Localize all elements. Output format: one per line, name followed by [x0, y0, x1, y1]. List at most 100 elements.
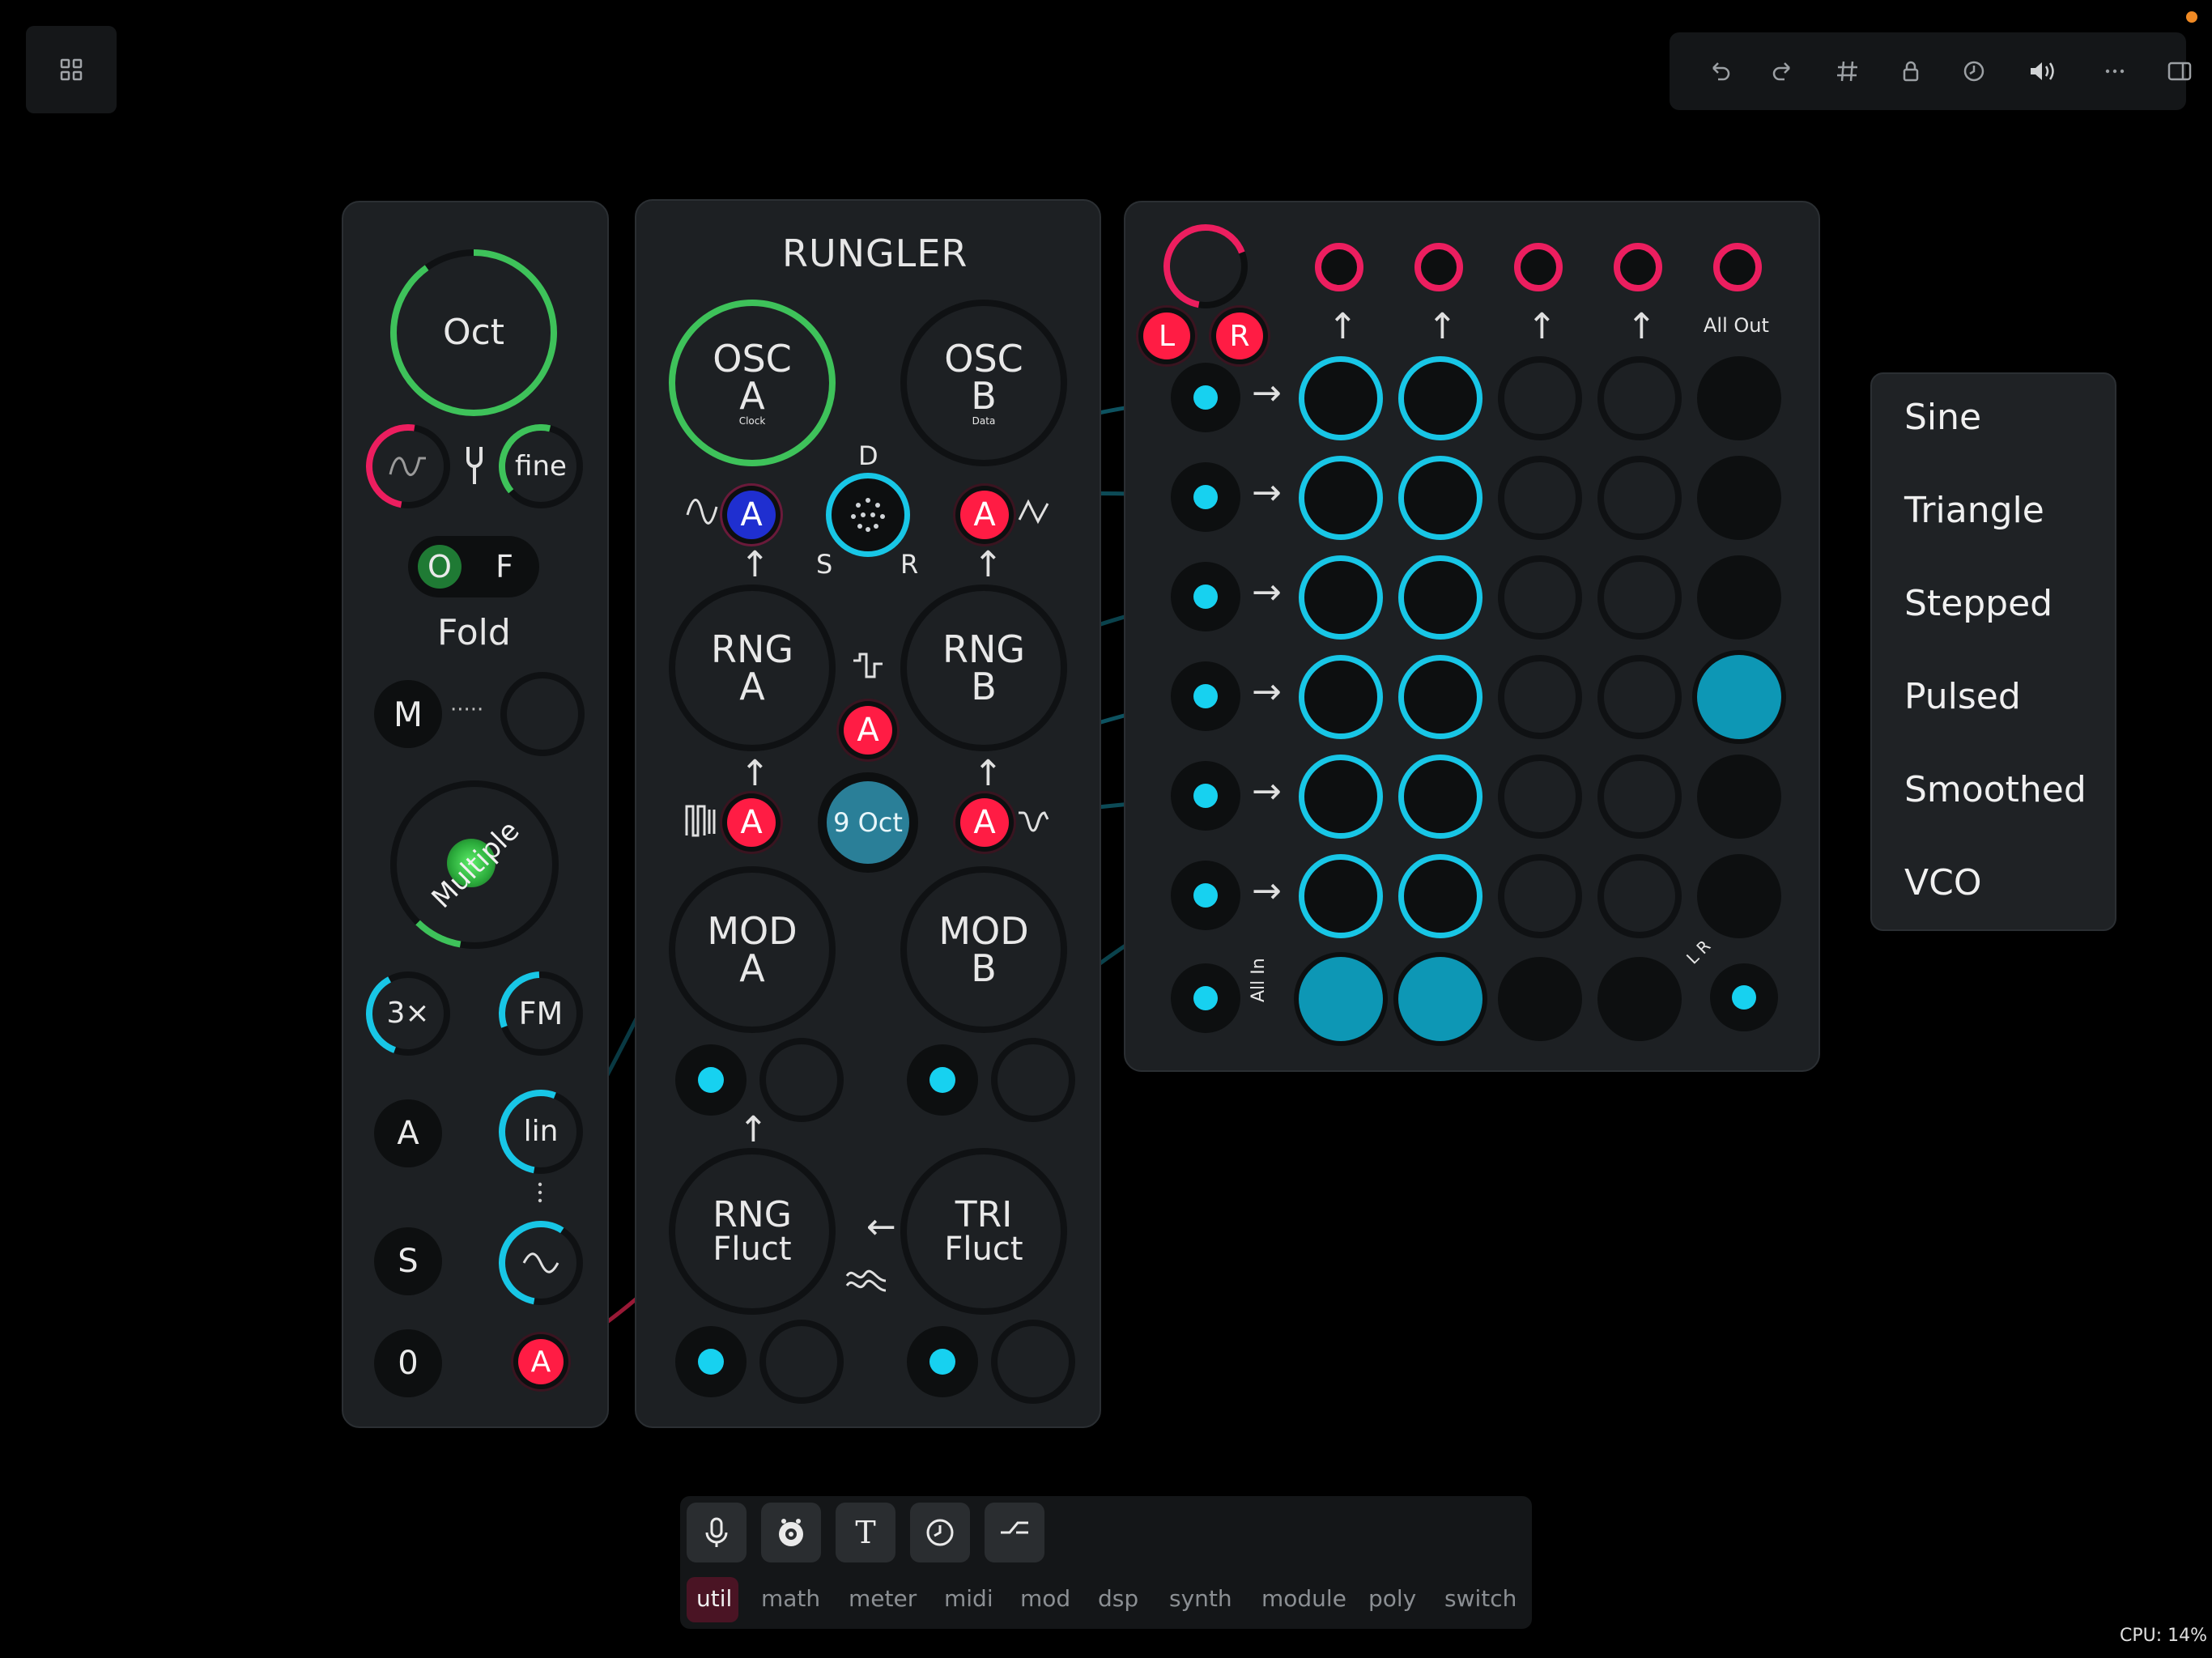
zero-button[interactable]: 0: [374, 1329, 442, 1397]
menu-item-stepped[interactable]: Stepped: [1904, 583, 2052, 624]
matrix-cell-active[interactable]: [1299, 456, 1383, 540]
matrix-cell[interactable]: [1597, 555, 1682, 640]
l-output-button[interactable]: L: [1143, 312, 1190, 359]
menu-item-sine[interactable]: Sine: [1904, 397, 1981, 438]
fold-amount-knob[interactable]: [500, 672, 585, 756]
matrix-cell-active[interactable]: [1299, 655, 1383, 739]
matrix-cell[interactable]: [1498, 655, 1582, 739]
mod-a-amount-knob[interactable]: [759, 1038, 844, 1122]
osc-a-mod-jack[interactable]: A: [727, 491, 776, 539]
category-synth[interactable]: synth: [1169, 1585, 1232, 1612]
matrix-cell-active[interactable]: [1299, 555, 1383, 640]
matrix-cell[interactable]: [1498, 555, 1582, 640]
matrix-cell-active[interactable]: [1398, 755, 1482, 839]
matrix-cell[interactable]: [1498, 854, 1582, 938]
menu-item-triangle[interactable]: Triangle: [1904, 490, 2044, 531]
a-button[interactable]: A: [374, 1099, 442, 1167]
menu-item-smoothed[interactable]: Smoothed: [1904, 769, 2087, 810]
category-module[interactable]: module: [1261, 1585, 1346, 1612]
waveform-menu: [1870, 372, 2116, 931]
matrix-cell[interactable]: [1597, 755, 1682, 839]
switch-tool[interactable]: [985, 1503, 1044, 1562]
mod-b-amount-knob[interactable]: [991, 1038, 1075, 1122]
menu-item-vco[interactable]: VCO: [1904, 862, 1981, 903]
matrix-cell-active[interactable]: [1299, 854, 1383, 938]
all-in-cell-4[interactable]: [1597, 957, 1682, 1041]
matrix-all-out-cell[interactable]: [1697, 356, 1781, 440]
mod-a-line2: A: [739, 946, 765, 990]
category-dsp[interactable]: dsp: [1098, 1585, 1138, 1612]
fluct-b-amount-knob[interactable]: [991, 1320, 1075, 1404]
all-in-cell-1[interactable]: [1299, 957, 1383, 1041]
output-a-jack[interactable]: A: [518, 1339, 564, 1384]
r-output-button[interactable]: R: [1216, 312, 1263, 359]
toggle-f[interactable]: F: [483, 545, 526, 589]
up-arrow-rng-b: ↑: [973, 753, 1003, 794]
category-midi[interactable]: midi: [944, 1585, 993, 1612]
mod-b-knob[interactable]: MOD B: [900, 866, 1067, 1033]
osc-b-mod-jack[interactable]: A: [960, 491, 1009, 539]
output-jack-3[interactable]: [1514, 243, 1563, 291]
matrix-cell-active[interactable]: [1398, 555, 1482, 640]
matrix-cell[interactable]: [1597, 356, 1682, 440]
right-arrow: →: [1252, 771, 1282, 812]
tri-fluct-knob[interactable]: TRI Fluct: [900, 1148, 1067, 1315]
rng-fluct-knob[interactable]: RNG Fluct: [669, 1148, 836, 1315]
rng-center-jack[interactable]: A: [844, 706, 892, 755]
d-label: D: [858, 440, 878, 471]
category-poly[interactable]: poly: [1368, 1585, 1416, 1612]
rng-b-line1: RNG: [942, 627, 1026, 671]
matrix-cell-active[interactable]: [1398, 456, 1482, 540]
matrix-all-out-cell[interactable]: [1697, 655, 1781, 739]
menu-item-pulsed[interactable]: Pulsed: [1904, 676, 2021, 717]
rng-a-knob[interactable]: RNG A: [669, 585, 836, 751]
microphone-tool[interactable]: [687, 1503, 747, 1562]
osc-b-sub: Data: [972, 415, 996, 427]
all-in-cell-3[interactable]: [1498, 957, 1582, 1041]
matrix-cell-active[interactable]: [1398, 655, 1482, 739]
rng-b-knob[interactable]: RNG B: [900, 585, 1067, 751]
matrix-cell[interactable]: [1498, 755, 1582, 839]
m-button[interactable]: M: [374, 680, 442, 748]
rng-b-mod-jack[interactable]: A: [960, 798, 1009, 847]
output-jack-2[interactable]: [1414, 243, 1463, 291]
output-jack-4[interactable]: [1614, 243, 1662, 291]
osc-b-knob[interactable]: OSC B Data: [900, 300, 1067, 466]
matrix-all-out-cell[interactable]: [1697, 456, 1781, 540]
category-math[interactable]: math: [761, 1585, 820, 1612]
rng-a-mod-jack[interactable]: A: [727, 798, 776, 847]
category-mod[interactable]: mod: [1020, 1585, 1070, 1612]
lr-dot: [1732, 985, 1756, 1010]
category-util[interactable]: util: [696, 1585, 732, 1612]
master-knob[interactable]: [1163, 223, 1249, 309]
matrix-all-out-cell[interactable]: [1697, 755, 1781, 839]
mod-a-knob[interactable]: MOD A: [669, 866, 836, 1033]
clock-tool[interactable]: [910, 1503, 970, 1562]
matrix-all-out-cell[interactable]: [1697, 854, 1781, 938]
dice-button[interactable]: [826, 473, 910, 557]
s-button[interactable]: S: [374, 1227, 442, 1295]
all-in-cell-2[interactable]: [1398, 957, 1482, 1041]
mod-a-line1: MOD: [707, 909, 798, 953]
matrix-cell[interactable]: [1498, 356, 1582, 440]
matrix-all-out-cell[interactable]: [1697, 555, 1781, 640]
matrix-cell-active[interactable]: [1299, 755, 1383, 839]
toggle-o[interactable]: O: [418, 545, 462, 589]
nine-oct-display[interactable]: 9 Oct: [818, 772, 918, 873]
fluct-a-amount-knob[interactable]: [759, 1320, 844, 1404]
matrix-cell[interactable]: [1597, 456, 1682, 540]
matrix-cell-active[interactable]: [1398, 854, 1482, 938]
stepped-wave-icon: [850, 648, 886, 687]
category-meter[interactable]: meter: [849, 1585, 917, 1612]
category-switch[interactable]: switch: [1444, 1585, 1516, 1612]
matrix-cell[interactable]: [1498, 456, 1582, 540]
output-jack-1[interactable]: [1315, 243, 1363, 291]
matrix-cell-active[interactable]: [1398, 356, 1482, 440]
matrix-cell[interactable]: [1597, 655, 1682, 739]
output-jack-all[interactable]: [1713, 243, 1762, 291]
camera-tool[interactable]: [761, 1503, 821, 1562]
matrix-cell-active[interactable]: [1299, 356, 1383, 440]
osc-a-knob[interactable]: OSC A Clock: [669, 300, 836, 466]
text-tool[interactable]: T: [836, 1503, 895, 1562]
matrix-cell[interactable]: [1597, 854, 1682, 938]
